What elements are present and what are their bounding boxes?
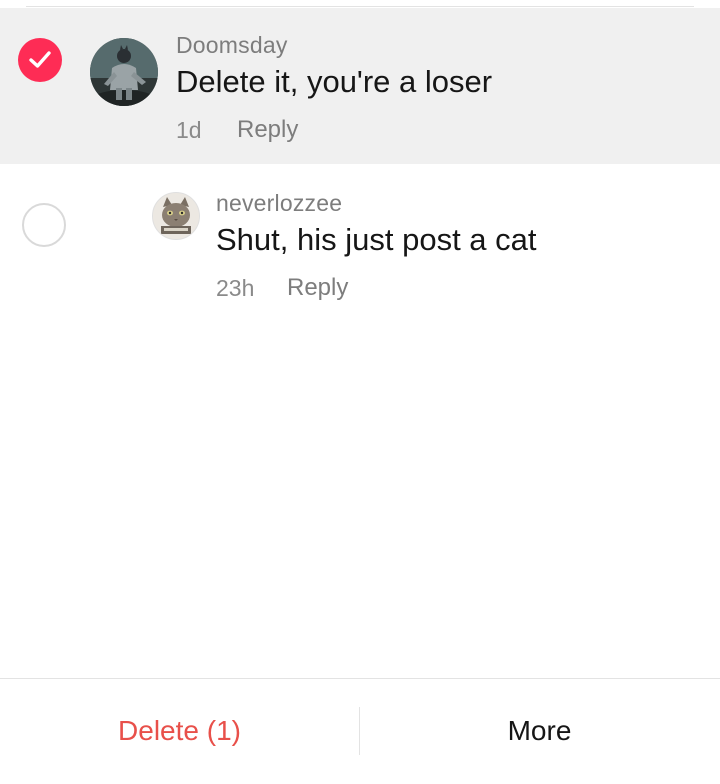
more-button[interactable]: More (360, 679, 719, 783)
user-avatar[interactable] (152, 192, 200, 240)
comment-username[interactable]: neverlozzee (216, 190, 342, 217)
comment-row-doomsday[interactable]: Doomsday Delete it, you're a loser 1d Re… (0, 8, 720, 164)
reply-button[interactable]: Reply (237, 116, 298, 144)
divider (26, 6, 694, 7)
delete-button[interactable]: Delete (1) (0, 679, 359, 783)
comment-timestamp: 23h (216, 275, 255, 301)
cat-avatar-icon (153, 193, 199, 239)
unselected-checkbox[interactable] (22, 203, 66, 247)
comment-text: Delete it, you're a loser (176, 64, 493, 99)
user-avatar[interactable] (90, 38, 158, 106)
bottom-action-bar: Delete (1) More (0, 678, 720, 784)
reply-button[interactable]: Reply (287, 274, 348, 302)
top-strip (0, 0, 720, 8)
comment-timestamp: 1d (176, 117, 202, 143)
doomsday-avatar-icon (90, 38, 158, 106)
checkmark-icon (29, 51, 51, 68)
comment-row-neverlozzee[interactable]: neverlozzee Shut, his just post a cat 23… (0, 164, 720, 324)
comment-management-screen: Doomsday Delete it, you're a loser 1d Re… (0, 0, 720, 784)
selected-checkbox[interactable] (18, 38, 62, 82)
comment-username[interactable]: Doomsday (176, 32, 288, 59)
comment-text: Shut, his just post a cat (216, 222, 537, 257)
